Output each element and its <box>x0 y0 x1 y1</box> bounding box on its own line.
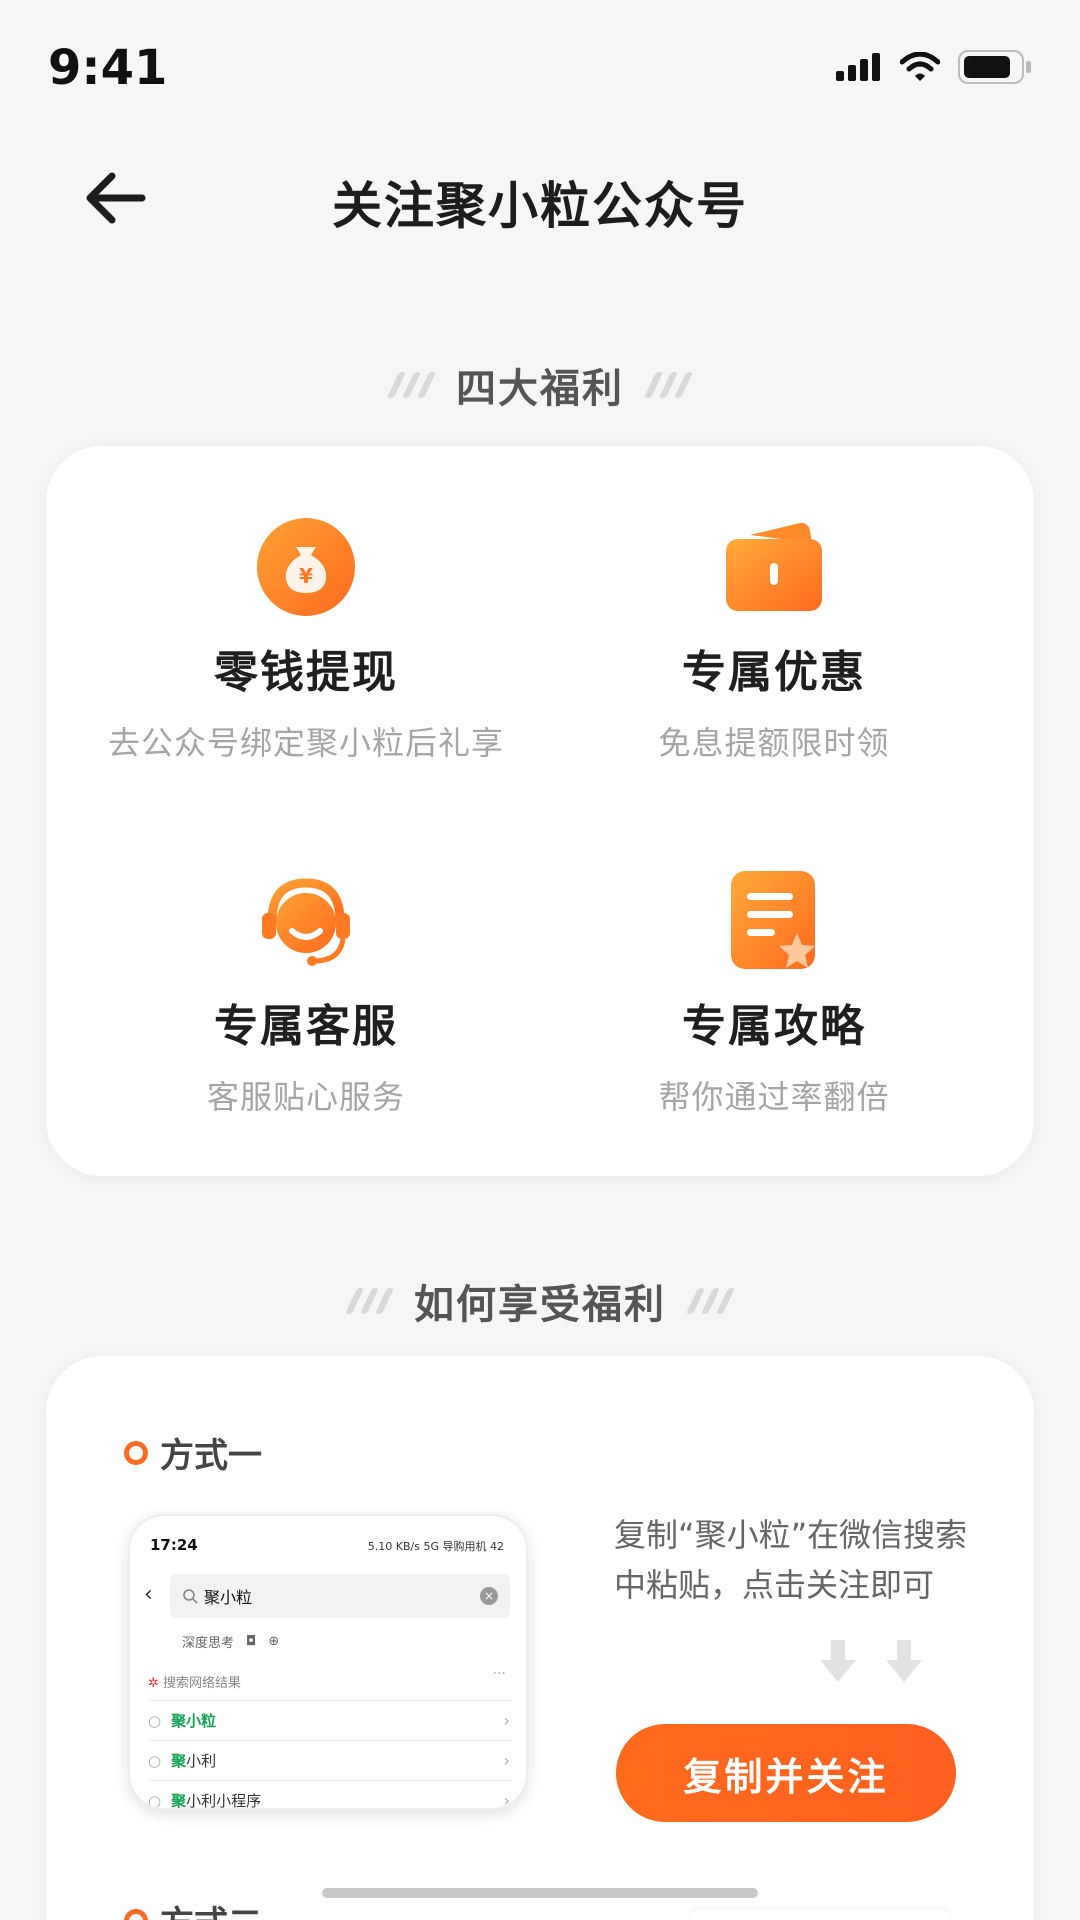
page-title: 关注聚小粒公众号 <box>332 177 748 235</box>
signal-icon <box>836 53 880 81</box>
decor-slashes-left <box>386 372 437 398</box>
headset-icon <box>251 866 361 976</box>
camera-icon: ◘ <box>246 1634 257 1649</box>
arrow-down-icon <box>886 1640 922 1682</box>
arrow-down-icon <box>820 1640 856 1682</box>
copy-and-follow-button[interactable]: 复制并关注 <box>616 1724 956 1822</box>
svg-text:¥: ¥ <box>299 564 313 588</box>
benefits-card: ¥ 零钱提现 去公众号绑定聚小粒后礼享 专属优惠 免息提额限时领 专属客服 客服… <box>46 446 1034 1176</box>
status-icons <box>836 50 1032 84</box>
more-icon: ··· <box>492 1666 506 1682</box>
chevron-right-icon: › <box>503 1711 510 1730</box>
search-icon <box>183 1589 198 1604</box>
mock-search-text: 聚小粒 <box>204 1588 253 1607</box>
search-icon: ○ <box>148 1711 162 1730</box>
benefit-desc: 免息提额限时领 <box>658 724 890 762</box>
mock-result-highlight: 聚 <box>171 1752 187 1770</box>
bottom-peek-card <box>690 1910 950 1920</box>
decor-slashes-left <box>344 1288 395 1314</box>
search-icon: ○ <box>148 1791 162 1810</box>
benefit-desc: 去公众号绑定聚小粒后礼享 <box>107 724 504 762</box>
howto-instruction: 复制“聚小粒”在微信搜索中粘贴，点击关注即可 <box>614 1516 968 1604</box>
decor-slashes-right <box>685 1288 736 1314</box>
clear-icon: × <box>480 1587 498 1605</box>
battery-icon <box>958 50 1031 84</box>
search-icon: ○ <box>148 1751 162 1770</box>
mock-status-right: 5.10 KB/s 5G 导购用机 42 <box>367 1540 504 1553</box>
mock-result-rest: 小利 <box>186 1752 217 1770</box>
mock-web-results-text: 搜索网络结果 <box>163 1676 242 1691</box>
mock-result-row: ○ 聚小粒 › <box>148 1700 512 1740</box>
plus-circle-icon: ⊕ <box>268 1634 280 1649</box>
benefit-item-cash[interactable]: ¥ 零钱提现 去公众号绑定聚小粒后礼享 <box>76 512 536 764</box>
wechat-search-screenshot: 17:24 5.10 KB/s 5G 导购用机 42 ‹ 聚小粒 × 深度思考 … <box>128 1514 528 1810</box>
chevron-left-icon: ‹ <box>144 1582 153 1607</box>
document-star-icon <box>719 866 829 976</box>
benefit-item-guide[interactable]: 专属攻略 帮你通过率翻倍 <box>544 866 1004 1118</box>
down-arrows <box>818 1640 924 1684</box>
method-two-text: 方式二 <box>160 1896 262 1920</box>
benefits-heading-text: 四大福利 <box>456 366 624 412</box>
benefit-title: 专属优惠 <box>682 647 866 698</box>
howto-card: 方式一 17:24 5.10 KB/s 5G 导购用机 42 ‹ 聚小粒 × 深… <box>46 1356 1034 1920</box>
benefit-title: 零钱提现 <box>214 647 398 698</box>
mock-status-time: 17:24 <box>150 1536 198 1554</box>
status-time: 9:41 <box>48 40 168 96</box>
method-one-text: 方式一 <box>160 1436 262 1476</box>
method-one-label: 方式一 <box>124 1428 262 1477</box>
mock-result-row: ○ 聚小利小程序 › <box>148 1780 512 1810</box>
spark-icon: ✲ <box>148 1676 159 1691</box>
benefits-heading: 四大福利 <box>0 356 1080 414</box>
method-two-label: 方式二 <box>124 1896 262 1920</box>
chevron-right-icon: › <box>503 1791 510 1810</box>
mock-search-box: 聚小粒 × <box>170 1574 510 1618</box>
coupon-wallet-icon <box>719 512 829 622</box>
ring-icon <box>124 1440 148 1465</box>
mock-result-highlight: 聚 <box>171 1792 187 1810</box>
mock-result-rest: 小利小程序 <box>186 1792 262 1810</box>
benefit-desc: 客服贴心服务 <box>206 1078 405 1116</box>
chevron-right-icon: › <box>503 1751 510 1770</box>
benefit-title: 专属攻略 <box>682 1001 866 1052</box>
benefit-title: 专属客服 <box>214 1001 398 1052</box>
mock-result-row: ○ 聚小利 › <box>148 1740 512 1780</box>
benefit-item-service[interactable]: 专属客服 客服贴心服务 <box>76 866 536 1118</box>
status-bar: 9:41 <box>0 0 1080 130</box>
benefit-item-discount[interactable]: 专属优惠 免息提额限时领 <box>544 512 1004 764</box>
ring-icon <box>124 1908 148 1920</box>
decor-slashes-right <box>643 372 694 398</box>
mock-deep-think-text: 深度思考 <box>182 1636 235 1651</box>
benefit-desc: 帮你通过率翻倍 <box>658 1078 890 1116</box>
home-indicator[interactable] <box>322 1888 758 1898</box>
mock-result-highlight: 聚小粒 <box>171 1712 217 1730</box>
howto-heading-text: 如何享受福利 <box>414 1282 666 1328</box>
mock-deep-think: 深度思考 ◘ ⊕ <box>182 1632 279 1651</box>
howto-heading: 如何享受福利 <box>0 1272 1080 1330</box>
mock-web-results: ✲ 搜索网络结果 <box>148 1672 241 1691</box>
money-bag-icon: ¥ <box>251 512 361 622</box>
nav-bar: 关注聚小粒公众号 <box>0 130 1080 260</box>
wifi-icon <box>900 52 940 81</box>
